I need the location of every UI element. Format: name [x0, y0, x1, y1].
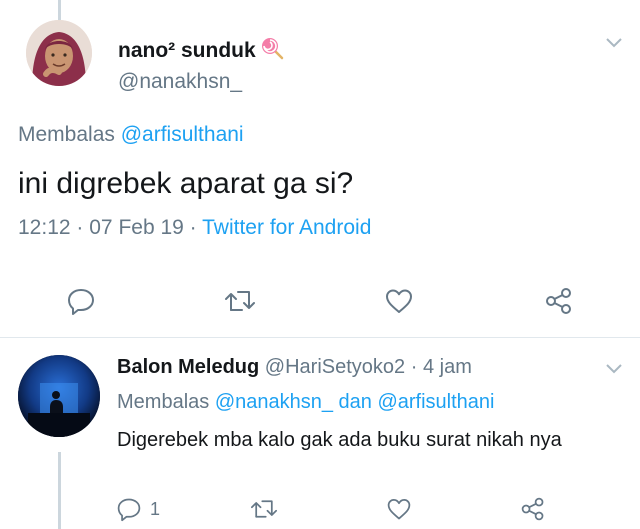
reply-age: 4 jam: [422, 356, 472, 378]
thread-line-top: [58, 0, 61, 20]
tweet-source[interactable]: Twitter for Android: [202, 216, 371, 239]
display-name[interactable]: nano² sunduk: [118, 36, 284, 66]
chevron-down-icon[interactable]: [606, 38, 622, 48]
tweet-time: 12:12: [18, 216, 71, 239]
reply-display-name[interactable]: Balon Meledug: [117, 356, 259, 378]
replying-to: Membalas @arfisulthani: [18, 123, 244, 147]
reply-actions: 1: [0, 496, 640, 526]
divider: [0, 337, 640, 338]
meta-dot: ·: [410, 356, 418, 378]
like-icon: [387, 499, 411, 520]
like-button[interactable]: [386, 496, 412, 522]
tweet-text: ini digrebek aparat ga si?: [18, 167, 354, 200]
reply-icon: [117, 498, 141, 522]
reply-button[interactable]: [66, 286, 96, 316]
like-icon: [386, 289, 412, 313]
like-button[interactable]: [384, 286, 414, 316]
tweet-date: 07 Feb 19: [89, 216, 184, 239]
retweet-icon: [250, 500, 277, 518]
tweet-meta: 12:12 · 07 Feb 19 · Twitter for Android: [18, 216, 371, 240]
replying-label: Membalas: [117, 391, 210, 413]
replying-label: Membalas: [18, 123, 115, 146]
share-icon: [546, 288, 571, 314]
handle[interactable]: @nanakhsn_: [118, 70, 242, 94]
share-icon: [521, 497, 544, 521]
reply-text: Digerebek mba kalo gak ada buku surat ni…: [117, 429, 562, 451]
reply-header: Balon Meledug @HariSetyoko2 · 4 jam: [117, 356, 472, 379]
share-button[interactable]: [544, 286, 574, 316]
reply-replying-to: Membalas @nanakhsn_ dan @arfisulthani: [117, 391, 495, 414]
share-button[interactable]: [520, 496, 546, 522]
mention-link[interactable]: @nanakhsn_ dan @arfisulthani: [215, 391, 495, 413]
retweet-button[interactable]: [250, 496, 278, 522]
retweet-icon: [225, 291, 255, 311]
meta-dot: ·: [76, 216, 84, 239]
reply-count: 1: [150, 498, 161, 519]
display-name-text: nano² sunduk: [118, 39, 256, 62]
reply-avatar[interactable]: [18, 355, 100, 437]
meta-dot: ·: [189, 216, 197, 239]
retweet-button[interactable]: [224, 286, 256, 316]
reply-icon: [68, 289, 94, 315]
lollipop-icon: [260, 36, 284, 66]
mention-link[interactable]: @arfisulthani: [121, 123, 244, 146]
reply-handle[interactable]: @HariSetyoko2: [265, 356, 405, 378]
reply-button[interactable]: 1: [116, 496, 160, 522]
avatar[interactable]: [26, 20, 92, 86]
tweet-actions: [0, 278, 640, 324]
chevron-down-icon[interactable]: [606, 364, 622, 374]
